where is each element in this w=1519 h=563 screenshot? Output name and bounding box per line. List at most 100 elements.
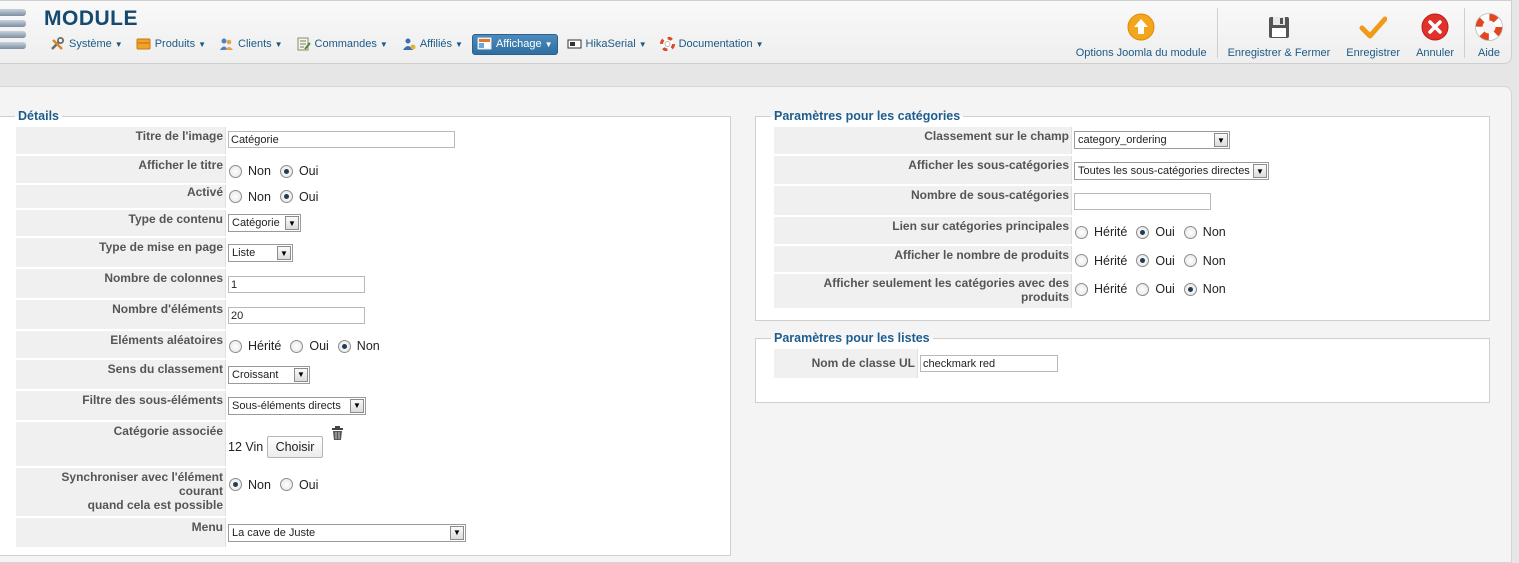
columns-input[interactable]: [228, 276, 365, 293]
order-field-select[interactable]: category_ordering ▼: [1074, 131, 1230, 149]
content-area: Détails Titre de l'image Afficher le tit…: [0, 86, 1512, 563]
order-field-label: Classement sur le champ: [774, 127, 1072, 154]
show-sub-label: Afficher les sous-catégories: [774, 156, 1072, 184]
display-icon: [477, 37, 492, 51]
menu-label: HikaSerial: [585, 38, 636, 50]
layout-type-select[interactable]: Liste ▼: [228, 244, 293, 262]
save-button[interactable]: Enregistrer: [1338, 7, 1408, 59]
random-label: Eléments aléatoires: [16, 331, 226, 358]
show-title-yes-radio[interactable]: [279, 164, 293, 178]
product-count-no-radio[interactable]: [1183, 254, 1197, 267]
random-yes-radio[interactable]: [290, 339, 304, 353]
details-table: Titre de l'image Afficher le titre Non O…: [16, 125, 466, 549]
assoc-category-value: 12 Vin: [228, 439, 264, 454]
layout-type-label: Type de mise en page: [16, 238, 226, 267]
products-icon: [136, 37, 151, 51]
chevron-down-icon: ▼: [294, 367, 308, 382]
show-sub-select[interactable]: Toutes les sous-catégories directes ▼: [1074, 162, 1269, 180]
tools-icon: [50, 37, 65, 51]
only-with-products-radio-group: Hérité Oui Non: [1074, 282, 1234, 296]
upload-icon: [1127, 13, 1155, 41]
main-link-inherited-radio[interactable]: [1075, 225, 1088, 239]
module-icon: [0, 9, 26, 51]
menu-select[interactable]: La cave de Juste ▼: [228, 523, 466, 542]
ul-class-label: Nom de classe UL: [774, 349, 918, 378]
row-image-title: Titre de l'image: [16, 127, 466, 154]
menu-label: Commandes: [314, 38, 377, 50]
chevron-down-icon: ▼: [350, 398, 364, 413]
product-count-inherited-radio[interactable]: [1075, 254, 1088, 267]
categories-legend: Paramètres pour les catégories: [774, 109, 961, 123]
toolbar-divider: [1464, 8, 1465, 58]
content-type-select[interactable]: Catégorie ▼: [228, 214, 301, 232]
image-title-input[interactable]: [228, 131, 455, 148]
random-inherited-radio[interactable]: [229, 339, 242, 353]
product-count-radio-group: Hérité Oui Non: [1074, 254, 1234, 268]
sync-no-radio[interactable]: [229, 478, 242, 491]
active-label: Activé: [16, 184, 226, 208]
trash-icon[interactable]: [331, 425, 344, 444]
chevron-down-icon: ▼: [277, 246, 291, 260]
show-title-no-radio[interactable]: [229, 164, 242, 178]
save-icon: [1265, 13, 1293, 41]
menu-label: Documentation: [678, 38, 753, 50]
menu-label: Produits: [154, 38, 196, 50]
options-button[interactable]: Options Joomla du module: [1068, 7, 1215, 59]
sync-radio-group: Non Oui: [228, 478, 326, 492]
sync-label: Synchroniser avec l'élément courant quand…: [16, 467, 226, 516]
toolbar: Options Joomla du module Enregistrer & F…: [1068, 7, 1511, 59]
cancel-button[interactable]: Annuler: [1408, 7, 1462, 59]
content-type-label: Type de contenu: [16, 210, 226, 236]
categories-panel: Paramètres pour les catégories Classemen…: [755, 109, 1490, 321]
page-title: MODULE: [44, 7, 138, 30]
ul-class-input[interactable]: [920, 355, 1058, 372]
chevron-down-icon: ▼: [450, 525, 464, 540]
clients-icon: [219, 37, 234, 51]
only-with-products-no-radio[interactable]: [1183, 282, 1197, 296]
menu-clients[interactable]: Clients ▼: [215, 34, 287, 55]
menu-systeme[interactable]: Système ▼: [46, 34, 127, 55]
elements-input[interactable]: [228, 307, 365, 324]
sub-filter-select[interactable]: Sous-éléments directs ▼: [228, 396, 366, 415]
random-radio-group: Hérité Oui Non: [228, 339, 388, 353]
menu-label: Système: [69, 38, 112, 50]
menu-label: Affiliés: [419, 38, 453, 50]
details-legend: Détails: [18, 109, 59, 123]
menu-affichage[interactable]: Affichage ▼: [471, 33, 558, 55]
only-with-products-yes-radio[interactable]: [1136, 282, 1150, 296]
choose-button[interactable]: Choisir: [266, 435, 324, 458]
main-link-yes-radio[interactable]: [1136, 225, 1150, 239]
menu-documentation[interactable]: Documentation ▼: [656, 34, 768, 55]
elements-label: Nombre d'éléments: [16, 300, 226, 329]
active-no-radio[interactable]: [229, 190, 242, 203]
sync-yes-radio[interactable]: [279, 478, 293, 491]
only-with-products-inherited-radio[interactable]: [1075, 282, 1088, 296]
menu-produits[interactable]: Produits ▼: [132, 34, 210, 55]
sub-filter-label: Filtre des sous-éléments: [16, 390, 226, 420]
lists-panel: Paramètres pour les listes Nom de classe…: [755, 331, 1490, 403]
order-direction-label: Sens du classement: [16, 359, 226, 389]
menu-commandes[interactable]: Commandes ▼: [292, 34, 392, 55]
main-menu: Système ▼ Produits ▼ Clients ▼ Commandes ▼ A…: [46, 33, 773, 55]
show-title-label: Afficher le titre: [16, 156, 226, 183]
menu-label: Affichage: [495, 38, 542, 50]
cancel-icon: [1421, 13, 1449, 41]
menu-affilies[interactable]: Affiliés ▼: [397, 34, 467, 55]
checkmark-icon: [1359, 13, 1388, 41]
chevron-down-icon: ▼: [1214, 133, 1228, 147]
affiliates-icon: [401, 37, 416, 51]
lists-legend: Paramètres pour les listes: [774, 331, 930, 345]
product-count-yes-radio[interactable]: [1136, 254, 1150, 267]
help-button[interactable]: Aide: [1467, 7, 1511, 59]
main-link-no-radio[interactable]: [1183, 225, 1197, 239]
sub-count-input[interactable]: [1074, 193, 1211, 210]
hikaserial-icon: [567, 37, 582, 51]
main-link-radio-group: Hérité Oui Non: [1074, 225, 1234, 239]
active-yes-radio[interactable]: [279, 190, 293, 203]
random-no-radio[interactable]: [337, 339, 351, 353]
order-direction-select[interactable]: Croissant ▼: [228, 365, 310, 384]
documentation-icon: [659, 36, 675, 52]
sub-count-label: Nombre de sous-catégories: [774, 186, 1072, 215]
menu-hikaserial[interactable]: HikaSerial ▼: [563, 34, 651, 55]
save-close-button[interactable]: Enregistrer & Fermer: [1220, 7, 1339, 59]
